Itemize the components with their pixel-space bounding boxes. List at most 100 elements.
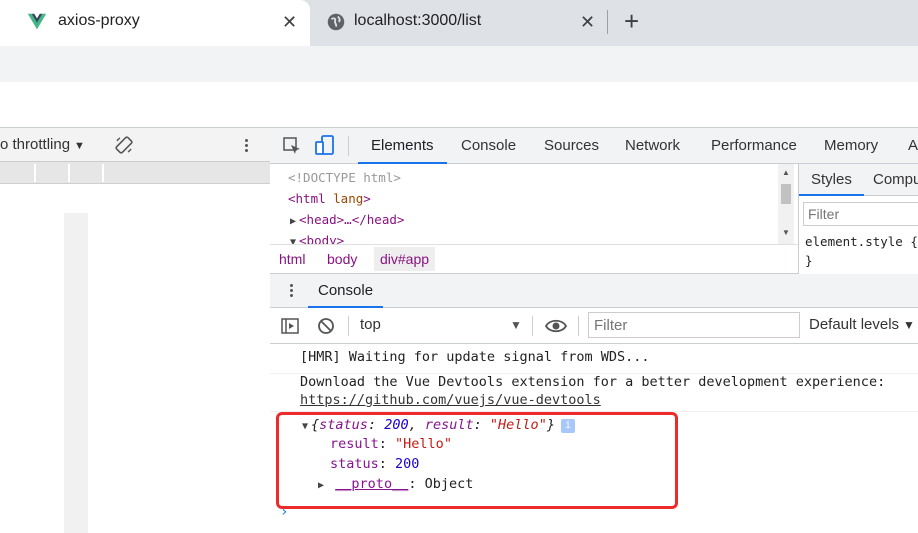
html-tag: <html [288,191,334,206]
throttling-select[interactable]: o throttling ▼ [0,136,85,153]
toolbar-divider [578,316,579,336]
brace: } [546,417,555,433]
clear-console-icon[interactable] [316,316,336,336]
tab-computed[interactable]: Compu [873,164,918,196]
more-options-icon[interactable] [238,137,254,155]
styles-filter-input[interactable] [803,202,918,226]
summary-value: 200 [384,417,409,433]
console-filter-input[interactable] [588,312,800,338]
breadcrumb: html body div#app [270,244,798,274]
new-tab-button[interactable]: + [624,6,639,36]
toolbar-divider [348,316,349,336]
tab-sources[interactable]: Sources [544,128,599,164]
proto-value: : Object [408,476,474,492]
context-select[interactable]: top [360,316,381,333]
scroll-thumb[interactable] [781,184,791,204]
summary-value: "Hello" [489,417,547,433]
toolbar-divider [532,316,533,336]
vue-devtools-link[interactable]: https://github.com/vuejs/vue-devtools [300,392,601,408]
collapse-triangle-icon[interactable]: ▼ [302,421,308,432]
html-attr: lang [333,191,364,206]
tab-more[interactable]: A [908,128,918,164]
viewport-scroll-strip [64,213,88,533]
drawer-tab-console[interactable]: Console [308,274,384,308]
breadcrumb-body[interactable]: body [327,251,357,267]
tab-elements[interactable]: Elements [358,128,447,164]
elements-scrollbar[interactable]: ▲ ▼ [778,164,794,244]
toolbar-divider [348,136,349,156]
logged-object: ▼ {status: 200, result: "Hello"} i result:… [270,412,918,497]
styles-pane: Styles Compu element.style { } [798,164,918,274]
close-tab-icon[interactable]: ✕ [580,11,595,33]
doctype-node[interactable]: <!DOCTYPE html> [288,170,401,185]
browser-toolbar [0,46,918,82]
object-proto[interactable]: ▶ __proto__: Object [318,476,473,492]
rotate-icon[interactable] [114,135,134,155]
globe-icon [327,13,345,31]
head-tag: <head>…</head> [299,212,405,227]
console-message: [HMR] Waiting for update signal from WDS… [270,344,918,374]
drawer-tab-bar: Console [270,274,918,308]
console-message: Download the Vue Devtools extension for … [270,374,918,412]
ruler-divider [34,164,36,182]
device-viewport-pane: o throttling ▼ [0,128,270,533]
dropdown-arrow-icon: ▼ [903,318,915,332]
tab-title: axios-proxy [58,12,140,29]
dropdown-arrow-icon: ▼ [74,140,85,152]
log-levels-label: Default levels [809,316,900,333]
tab-styles[interactable]: Styles [799,164,864,196]
ruler-divider [102,164,104,182]
throttling-label: o throttling [0,136,71,153]
tab-network[interactable]: Network [625,128,680,164]
devtools-panel: Elements Console Sources Network Perform… [270,128,918,533]
element-style-rule[interactable]: element.style { [805,234,918,249]
message-text: Download the Vue Devtools extension for … [300,374,886,390]
dropdown-arrow-icon[interactable]: ▼ [510,318,522,332]
styles-tab-bar: Styles Compu [799,164,918,196]
tab-separator [607,10,608,34]
expand-triangle-icon[interactable]: ▶ [318,480,324,491]
html-node[interactable]: <html lang> [288,191,371,206]
property-value: 200 [395,456,420,472]
drawer-menu-icon[interactable] [288,282,294,300]
close-tab-icon[interactable]: ✕ [282,11,297,33]
tab-performance[interactable]: Performance [711,128,797,164]
tab-console[interactable]: Console [461,128,516,164]
device-mode-icon[interactable] [314,134,336,156]
elements-tree: <!DOCTYPE html> <html lang> ▶ <head>…</he… [270,164,798,248]
property-key: result [330,436,379,452]
expand-triangle-icon[interactable]: ▶ [290,216,296,227]
breadcrumb-html[interactable]: html [279,251,305,267]
property-value: "Hello" [395,436,452,452]
vue-logo-icon [27,13,47,30]
object-property: result: "Hello" [330,436,452,452]
media-query-ruler [0,162,270,184]
tab-title: localhost:3000/list [354,12,482,29]
brace: { [311,417,320,433]
element-style-close: } [805,253,813,268]
page-top-area [0,82,918,128]
object-summary[interactable]: ▼ {status: 200, result: "Hello"} i [302,417,575,433]
breadcrumb-div-app[interactable]: div#app [374,247,436,271]
tab-memory[interactable]: Memory [824,128,878,164]
console-prompt[interactable]: › [280,504,288,520]
proto-key: __proto__ [335,476,409,492]
browser-tab-localhost-list[interactable]: localhost:3000/list ✕ [310,0,610,46]
message-text: [HMR] Waiting for update signal from WDS… [300,349,650,365]
device-toolbar: o throttling ▼ [0,128,270,162]
show-sidebar-icon[interactable] [280,316,300,336]
info-icon[interactable]: i [560,419,575,433]
scroll-down-icon[interactable]: ▼ [782,228,790,237]
log-levels-select[interactable]: Default levels ▼ [809,316,915,333]
emulated-viewport [0,184,270,533]
scroll-up-icon[interactable]: ▲ [782,168,790,177]
inspect-element-icon[interactable] [282,136,302,156]
summary-key: result [424,417,474,433]
console-messages: [HMR] Waiting for update signal from WDS… [270,344,918,533]
browser-tab-axios-proxy[interactable]: axios-proxy ✕ [0,0,310,46]
browser-tab-strip: axios-proxy ✕ localhost:3000/list ✕ + [0,0,918,46]
property-key: status [330,456,379,472]
eye-icon[interactable] [545,316,567,336]
object-property: status: 200 [330,456,420,472]
head-node[interactable]: ▶ <head>…</head> [290,212,404,227]
